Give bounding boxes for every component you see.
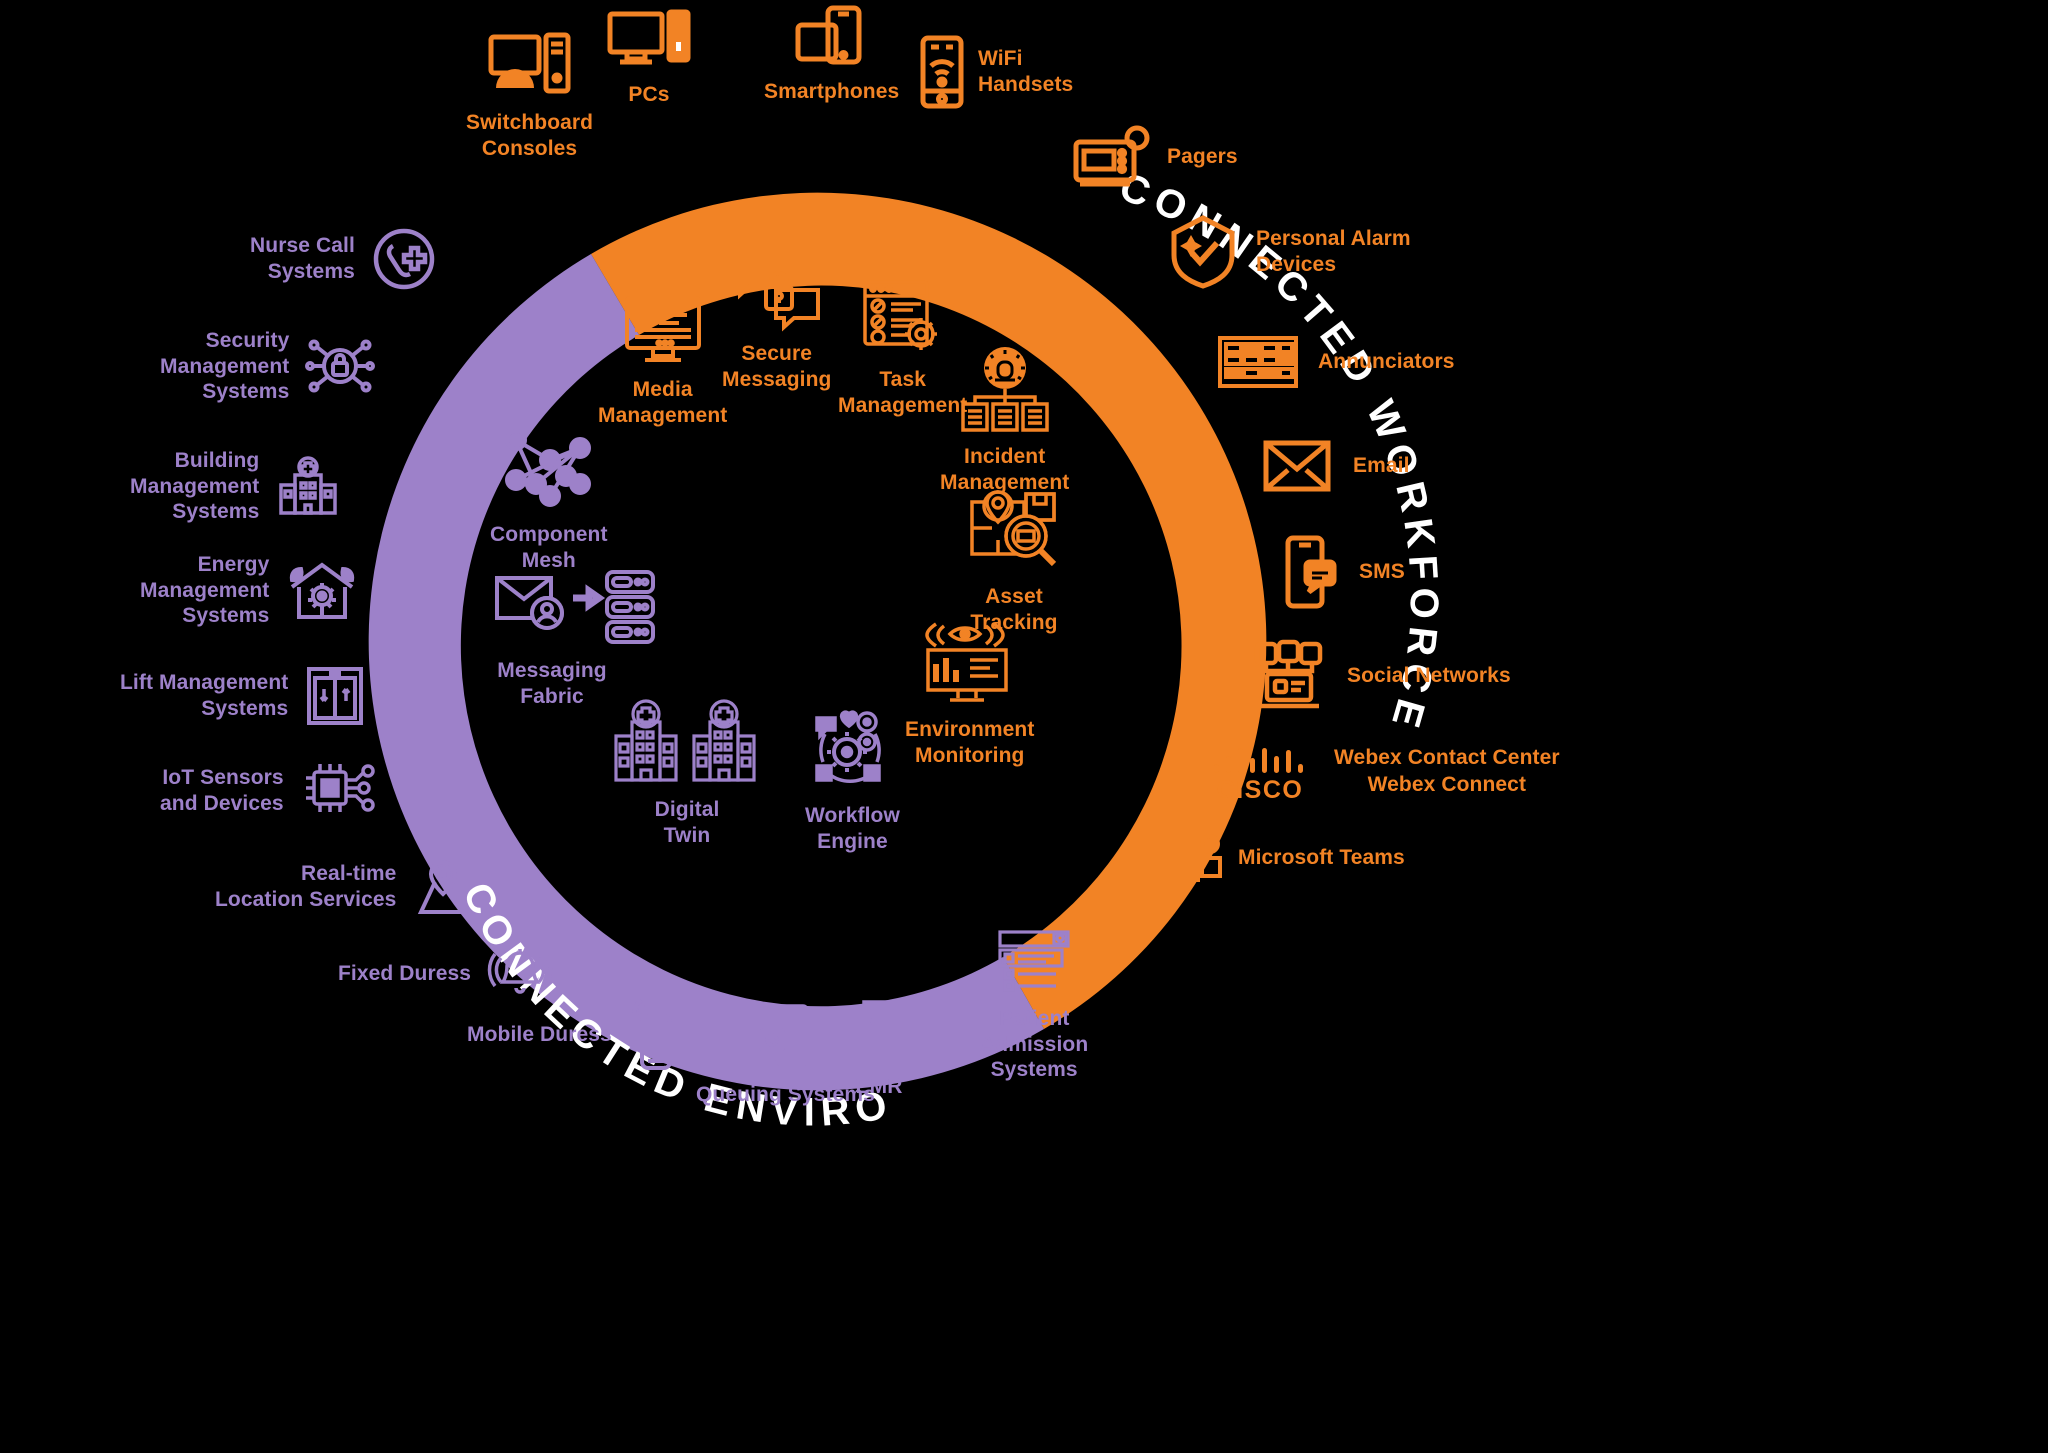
- microsoft-teams-icon: [1162, 832, 1222, 884]
- annunciator-panel-icon: [1218, 336, 1298, 388]
- node-label: IoT Sensors and Devices: [160, 766, 284, 815]
- diagram-canvas: CONNECTED WORKFORCE CONNECTED ENVIRONMEN…: [0, 0, 2048, 1453]
- smartphones-icon: [795, 5, 869, 67]
- node-component-mesh: Component Mesh: [490, 418, 608, 573]
- elevator-icon: [306, 666, 364, 726]
- node-building-management-systems: Building Management Systems: [130, 448, 339, 525]
- node-label: Nurse Call Systems: [250, 234, 355, 283]
- twin-hospital-icon: [612, 698, 762, 784]
- node-label: Media Management: [598, 378, 728, 427]
- node-realtime-location-services: Real-time Location Services: [215, 858, 472, 916]
- pc-monitor-icon: [607, 9, 691, 70]
- node-label: Workflow Engine: [805, 804, 900, 853]
- nurse-call-icon: [373, 228, 435, 290]
- node-label: EMR: [855, 1075, 903, 1098]
- node-label: Building Management Systems: [130, 449, 260, 524]
- task-checklist-gear-icon: [861, 278, 945, 356]
- social-networks-icon: [1253, 639, 1325, 712]
- node-label: Mobile Duress: [467, 1023, 612, 1047]
- node-pcs: PCs: [607, 9, 691, 108]
- medical-folder-icon: [846, 1000, 912, 1060]
- node-label: Social Networks: [1347, 664, 1511, 688]
- node-label: Smartphones: [764, 80, 900, 103]
- sms-phone-icon: [1285, 535, 1337, 609]
- node-label: Component Mesh: [490, 523, 608, 572]
- mobile-signal-icon: [630, 998, 678, 1070]
- node-fixed-duress: Fixed Duress: [338, 948, 553, 1000]
- cisco-logo-icon: CISCO: [1212, 740, 1312, 804]
- node-secure-messaging: Secure Messaging: [722, 250, 831, 392]
- node-microsoft-teams: Microsoft Teams: [1162, 832, 1405, 884]
- node-workflow-engine: Workflow Engine: [805, 708, 900, 854]
- node-label: Messaging Fabric: [497, 659, 607, 708]
- admission-list-icon: [996, 930, 1072, 992]
- node-label: PCs: [628, 83, 670, 106]
- media-monitor-icon: [623, 294, 703, 364]
- node-nurse-call-systems: Nurse Call Systems: [250, 228, 435, 290]
- map-pin-icon: [414, 858, 472, 916]
- node-label: Webex Contact Center Webex Connect: [1334, 745, 1560, 796]
- node-label: Pagers: [1167, 145, 1238, 169]
- node-label: Microsoft Teams: [1238, 846, 1405, 870]
- node-label: Fixed Duress: [338, 962, 472, 986]
- envelope-icon: [1263, 440, 1331, 492]
- workflow-gears-icon: [805, 708, 899, 790]
- ringing-bell-icon: [487, 948, 553, 1000]
- node-label: Lift Management Systems: [120, 671, 289, 720]
- node-iot-sensors-devices: IoT Sensors and Devices: [160, 760, 378, 822]
- node-label: Switchboard Consoles: [466, 111, 594, 160]
- incident-siren-icon: [955, 346, 1055, 432]
- node-mobile-duress: Mobile Duress: [467, 998, 678, 1070]
- node-personal-alarm-devices: Personal Alarm Devices: [1168, 215, 1411, 289]
- node-smartphones: Smartphones: [764, 5, 899, 105]
- wifi-handset-icon: [920, 35, 964, 109]
- node-environment-monitoring: Environment Monitoring: [905, 620, 1034, 768]
- node-label: Secure Messaging: [722, 342, 832, 391]
- node-label: Environment Monitoring: [905, 718, 1035, 767]
- node-annunciators: Annunciators: [1218, 336, 1455, 388]
- node-email: Email: [1263, 440, 1410, 492]
- node-label: Personal Alarm Devices: [1256, 227, 1411, 276]
- node-label: Patient Admission Systems: [980, 1007, 1089, 1082]
- node-label: WiFi Handsets: [978, 47, 1074, 96]
- node-label: Annunciators: [1318, 350, 1455, 374]
- node-mesh-icon: [494, 418, 604, 508]
- node-label: Email: [1353, 454, 1410, 478]
- node-security-management-systems: Security Management Systems: [160, 328, 376, 405]
- node-digital-twin: Digital Twin: [612, 698, 762, 848]
- node-label: Digital Twin: [654, 798, 720, 847]
- eco-house-gear-icon: [287, 559, 357, 621]
- node-label: Real-time Location Services: [215, 862, 397, 911]
- svg-text:CISCO: CISCO: [1217, 776, 1304, 804]
- asset-map-magnifier-icon: [968, 488, 1060, 572]
- node-incident-management: Incident Management: [940, 346, 1069, 495]
- node-lift-management-systems: Lift Management Systems: [120, 666, 364, 726]
- node-label: Security Management Systems: [160, 329, 290, 404]
- node-label: Energy Management Systems: [140, 553, 270, 628]
- node-switchboard-consoles: Switchboard Consoles: [466, 32, 593, 161]
- node-pagers: Pagers: [1073, 125, 1238, 188]
- desktop-tower-icon: [488, 32, 572, 98]
- node-label: SMS: [1359, 560, 1405, 584]
- node-webex: CISCO Webex Contact Center Webex Connect: [1212, 740, 1560, 804]
- node-patient-admission-systems: Patient Admission Systems: [980, 930, 1088, 1083]
- hospital-building-icon: [277, 455, 339, 517]
- shield-check-icon: [1168, 215, 1238, 289]
- node-emr: EMR: [846, 1000, 912, 1100]
- node-asset-tracking: Asset Tracking: [968, 488, 1060, 635]
- environment-monitor-icon: [922, 620, 1018, 706]
- chip-iot-icon: [302, 760, 378, 822]
- mail-to-server-icon: [495, 568, 655, 646]
- secure-chat-lock-icon: [732, 250, 822, 332]
- node-wifi-handsets: WiFi Handsets: [920, 35, 1073, 109]
- node-sms: SMS: [1285, 535, 1405, 609]
- node-messaging-fabric: Messaging Fabric: [495, 568, 655, 709]
- node-energy-management-systems: Energy Management Systems: [140, 552, 357, 629]
- ticket-kiosk-icon: [757, 1004, 813, 1068]
- node-media-management: Media Management: [598, 294, 727, 428]
- node-social-networks: Social Networks: [1253, 639, 1511, 712]
- security-lock-network-icon: [305, 333, 376, 399]
- pager-icon: [1073, 125, 1150, 188]
